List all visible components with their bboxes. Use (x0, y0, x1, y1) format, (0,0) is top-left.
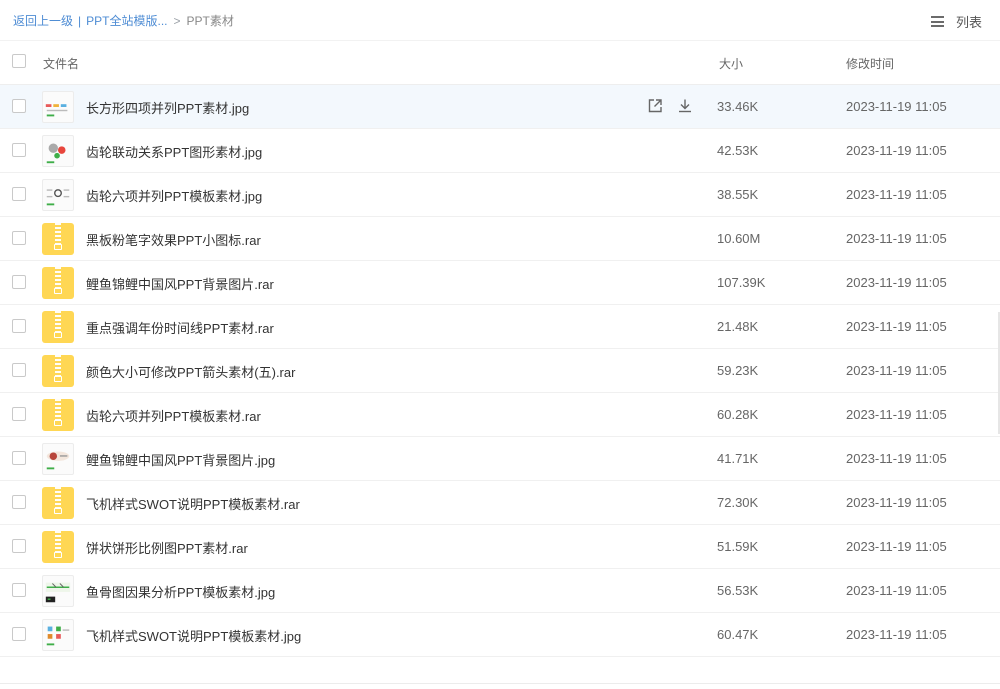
file-modified-time: 2023-11-19 11:05 (846, 319, 947, 334)
file-size: 107.39K (717, 275, 766, 290)
view-toggle-button[interactable]: 列表 (930, 12, 982, 31)
select-all-checkbox[interactable] (12, 54, 26, 68)
file-row[interactable]: 颜色大小可修改PPT箭头素材(五).rar 59.23K 2023-11-19 … (0, 349, 1000, 393)
image-thumbnail-icon (42, 91, 74, 123)
row-checkbox[interactable] (12, 495, 26, 509)
file-row[interactable]: 鱼骨图因果分析PPT模板素材.jpg 56.53K 2023-11-19 11:… (0, 569, 1000, 613)
file-name[interactable]: 饼状饼形比例图PPT素材.rar (86, 538, 248, 557)
file-modified-time: 2023-11-19 11:05 (846, 143, 947, 158)
file-name[interactable]: 颜色大小可修改PPT箭头素材(五).rar (86, 362, 295, 381)
back-link[interactable]: 返回上一级 (13, 14, 73, 28)
breadcrumb-current: PPT素材 (186, 14, 234, 28)
file-modified-time: 2023-11-19 11:05 (846, 495, 947, 510)
row-checkbox[interactable] (12, 231, 26, 245)
open-external-icon[interactable] (646, 97, 664, 115)
file-size: 56.53K (717, 583, 759, 598)
file-row[interactable]: 鲤鱼锦鲤中国风PPT背景图片.jpg 41.71K 2023-11-19 11:… (0, 437, 1000, 481)
row-checkbox[interactable] (12, 143, 26, 157)
breadcrumb-arrow: > (173, 14, 181, 28)
image-thumbnail-icon (42, 443, 74, 475)
file-name[interactable]: 齿轮联动关系PPT图形素材.jpg (86, 142, 262, 161)
breadcrumb: 返回上一级 | PPT全站模版... > PPT素材 (13, 12, 234, 29)
file-list: 长方形四项并列PPT素材.jpg 33.46K 2023-11-19 11:05… (0, 85, 1000, 689)
file-row[interactable]: 齿轮联动关系PPT图形素材.jpg 42.53K 2023-11-19 11:0… (0, 129, 1000, 173)
file-name[interactable]: 鲤鱼锦鲤中国风PPT背景图片.jpg (86, 450, 275, 469)
file-size: 42.53K (717, 143, 759, 158)
file-row[interactable]: 鲤鱼锦鲤中国风PPT背景图片.rar 107.39K 2023-11-19 11… (0, 261, 1000, 305)
table-header: 文件名 大小 修改时间 (0, 41, 1000, 85)
file-size: 72.30K (717, 495, 759, 510)
file-size: 60.47K (717, 627, 759, 642)
breadcrumb-parent-link[interactable]: PPT全站模版... (86, 14, 167, 28)
file-row[interactable]: 齿轮六项并列PPT模板素材.rar 60.28K 2023-11-19 11:0… (0, 393, 1000, 437)
file-size: 59.23K (717, 363, 759, 378)
file-size: 38.55K (717, 187, 759, 202)
list-menu-icon (930, 16, 944, 27)
download-icon[interactable] (676, 97, 694, 115)
file-name[interactable]: 齿轮六项并列PPT模板素材.rar (86, 406, 261, 425)
file-modified-time: 2023-11-19 11:05 (846, 99, 947, 114)
file-modified-time: 2023-11-19 11:05 (846, 275, 947, 290)
row-checkbox[interactable] (12, 451, 26, 465)
file-row[interactable]: 长方形四项并列PPT素材.jpg 33.46K 2023-11-19 11:05 (0, 85, 1000, 129)
file-modified-time: 2023-11-19 11:05 (846, 363, 947, 378)
image-thumbnail-icon (42, 135, 74, 167)
row-checkbox[interactable] (12, 275, 26, 289)
list-bottom-divider (0, 683, 1000, 684)
file-name[interactable]: 鲤鱼锦鲤中国风PPT背景图片.rar (86, 274, 274, 293)
column-header-modified[interactable]: 修改时间 (846, 55, 894, 72)
row-checkbox[interactable] (12, 539, 26, 553)
file-row[interactable]: 饼状饼形比例图PPT素材.rar 51.59K 2023-11-19 11:05 (0, 525, 1000, 569)
file-size: 41.71K (717, 451, 759, 466)
breadcrumb-separator: | (78, 14, 82, 28)
column-header-name[interactable]: 文件名 (43, 55, 79, 72)
file-name[interactable]: 飞机样式SWOT说明PPT模板素材.jpg (86, 626, 301, 645)
file-name[interactable]: 重点强调年份时间线PPT素材.rar (86, 318, 274, 337)
archive-file-icon (42, 223, 74, 255)
file-name[interactable]: 飞机样式SWOT说明PPT模板素材.rar (86, 494, 300, 513)
row-checkbox[interactable] (12, 99, 26, 113)
archive-file-icon (42, 355, 74, 387)
file-row[interactable]: 飞机样式SWOT说明PPT模板素材.rar 72.30K 2023-11-19 … (0, 481, 1000, 525)
row-checkbox[interactable] (12, 407, 26, 421)
top-bar: 返回上一级 | PPT全站模版... > PPT素材 列表 (0, 0, 1000, 41)
file-name[interactable]: 齿轮六项并列PPT模板素材.jpg (86, 186, 262, 205)
file-modified-time: 2023-11-19 11:05 (846, 451, 947, 466)
view-toggle-label: 列表 (955, 15, 982, 30)
file-modified-time: 2023-11-19 11:05 (846, 627, 947, 642)
file-name[interactable]: 长方形四项并列PPT素材.jpg (86, 98, 249, 117)
archive-file-icon (42, 531, 74, 563)
file-size: 10.60M (717, 231, 761, 246)
file-modified-time: 2023-11-19 11:05 (846, 407, 947, 422)
image-thumbnail-icon (42, 179, 74, 211)
file-size: 33.46K (717, 99, 759, 114)
file-row[interactable]: 飞机样式SWOT说明PPT模板素材.jpg 60.47K 2023-11-19 … (0, 613, 1000, 657)
archive-file-icon (42, 487, 74, 519)
row-checkbox[interactable] (12, 319, 26, 333)
file-size: 21.48K (717, 319, 759, 334)
file-modified-time: 2023-11-19 11:05 (846, 583, 947, 598)
column-header-size[interactable]: 大小 (719, 55, 743, 72)
file-size: 60.28K (717, 407, 759, 422)
row-checkbox[interactable] (12, 583, 26, 597)
file-name[interactable]: 黑板粉笔字效果PPT小图标.rar (86, 230, 261, 249)
file-modified-time: 2023-11-19 11:05 (846, 187, 947, 202)
file-modified-time: 2023-11-19 11:05 (846, 231, 947, 246)
file-row[interactable]: 齿轮六项并列PPT模板素材.jpg 38.55K 2023-11-19 11:0… (0, 173, 1000, 217)
archive-file-icon (42, 399, 74, 431)
row-checkbox[interactable] (12, 363, 26, 377)
file-size: 51.59K (717, 539, 759, 554)
image-thumbnail-icon (42, 575, 74, 607)
file-name[interactable]: 鱼骨图因果分析PPT模板素材.jpg (86, 582, 275, 601)
row-checkbox[interactable] (12, 187, 26, 201)
archive-file-icon (42, 311, 74, 343)
file-row[interactable]: 黑板粉笔字效果PPT小图标.rar 10.60M 2023-11-19 11:0… (0, 217, 1000, 261)
row-checkbox[interactable] (12, 627, 26, 641)
file-modified-time: 2023-11-19 11:05 (846, 539, 947, 554)
file-row[interactable]: 重点强调年份时间线PPT素材.rar 21.48K 2023-11-19 11:… (0, 305, 1000, 349)
archive-file-icon (42, 267, 74, 299)
image-thumbnail-icon (42, 619, 74, 651)
